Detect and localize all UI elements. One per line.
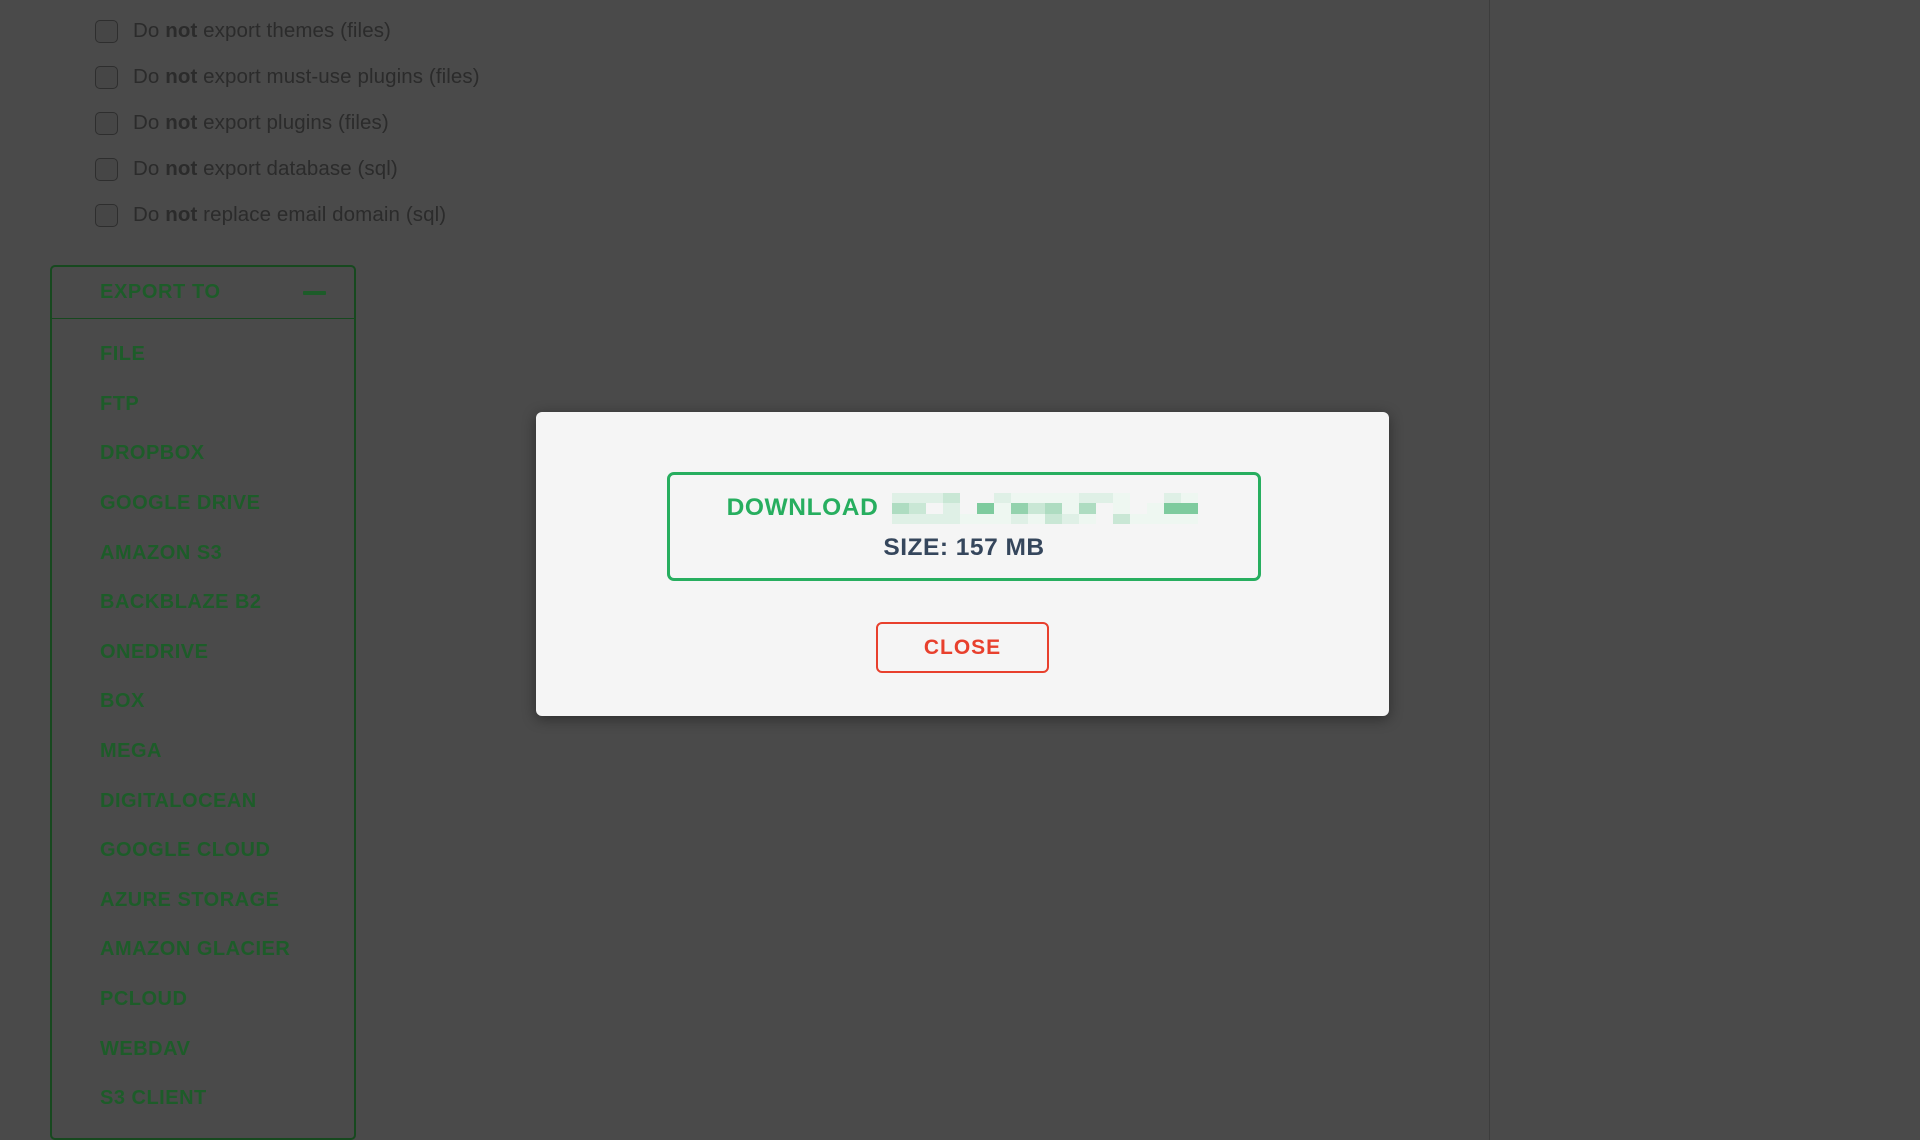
close-button[interactable]: CLOSE [876,622,1049,673]
download-link-box[interactable]: DOWNLOAD SIZE: 157 MB [667,472,1261,581]
modal-backdrop[interactable]: DOWNLOAD SIZE: 157 MB CLOSE [0,0,1920,1140]
download-line: DOWNLOAD [727,491,1202,525]
download-label: DOWNLOAD [726,494,879,521]
download-size-label: SIZE: 157 MB [883,534,1045,561]
redacted-filename [892,492,1202,524]
download-dialog: DOWNLOAD SIZE: 157 MB CLOSE [536,412,1389,716]
